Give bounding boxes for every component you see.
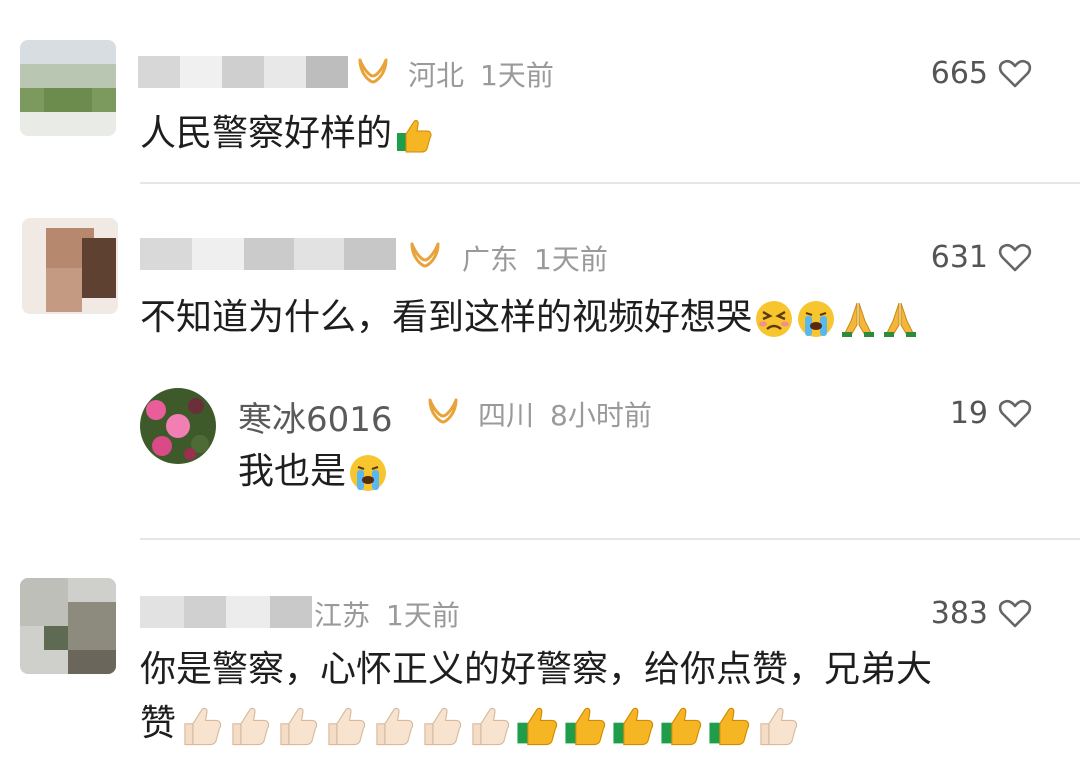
divider [140, 182, 1080, 184]
thumbs-up-light-icon [226, 702, 272, 748]
heart-outline-icon [998, 59, 1032, 89]
vip-badge-icon [356, 56, 390, 86]
like-count: 631 [930, 240, 988, 275]
timestamp: 1天前 [480, 59, 554, 92]
like-count: 383 [930, 596, 988, 631]
thumbs-up-light-icon [370, 702, 416, 748]
vip-badge-icon [408, 240, 442, 270]
thumbs-up-green-icon [514, 702, 560, 748]
thumbs-up-green-icon [394, 115, 434, 155]
comment-meta: 广东 1天前 [462, 238, 624, 278]
thumbs-up-light-icon [322, 702, 368, 748]
location: 广东 [462, 243, 519, 276]
heart-outline-icon [998, 243, 1032, 273]
thumbs-up-light-icon [178, 702, 224, 748]
timestamp: 1天前 [534, 243, 608, 276]
thumbs-up-green-icon [658, 702, 704, 748]
thumbs-up-green-icon [562, 702, 608, 748]
comment-text: 你是警察，心怀正义的好警察，给你点赞，兄弟大 [140, 649, 933, 690]
avatar[interactable] [140, 388, 216, 464]
thumbs-up-green-icon [610, 702, 656, 748]
location: 四川 [478, 399, 535, 432]
thumbs-up-light-icon [754, 702, 800, 748]
vip-badge-icon [426, 396, 460, 426]
crying-face-icon [348, 453, 388, 493]
like-button[interactable]: 383 [931, 596, 1032, 631]
like-count: 19 [949, 396, 988, 431]
heart-outline-icon [998, 599, 1032, 629]
praying-hands-icon [880, 299, 920, 339]
reply-text: 我也是 [238, 446, 388, 498]
heart-outline-icon [998, 399, 1032, 429]
timestamp: 1天前 [386, 599, 460, 632]
thumbs-up-light-icon [418, 702, 464, 748]
thumbs-up-light-icon [274, 702, 320, 748]
like-count: 665 [930, 56, 988, 91]
comment-text-line-2: 赞 [140, 698, 800, 750]
divider [140, 538, 1080, 540]
timestamp: 8小时前 [550, 399, 652, 432]
avatar[interactable] [22, 218, 118, 314]
location: 江苏 [314, 599, 371, 632]
rose-avatar-image [140, 388, 216, 464]
location: 河北 [408, 59, 465, 92]
username-redacted[interactable] [140, 596, 312, 628]
thumbs-up-green-icon [706, 702, 752, 748]
praying-hands-icon [838, 299, 878, 339]
like-button[interactable]: 19 [950, 396, 1032, 431]
comment-text: 人民警察好样的 [140, 108, 434, 160]
reply-username[interactable]: 寒冰6016 [238, 392, 393, 441]
comment-text: 不知道为什么，看到这样的视频好想哭 [140, 292, 920, 344]
avatar[interactable] [20, 578, 116, 674]
avatar[interactable] [20, 40, 116, 136]
persevering-face-icon [754, 299, 794, 339]
comment-meta: 江苏 1天前 [314, 594, 476, 634]
username-redacted[interactable] [138, 56, 348, 88]
thumbs-up-light-icon [466, 702, 512, 748]
like-button[interactable]: 631 [931, 240, 1032, 275]
comment-meta: 四川 8小时前 [478, 394, 668, 434]
comment-meta: 河北 1天前 [408, 54, 570, 94]
username-redacted[interactable] [140, 238, 396, 270]
crying-face-icon [796, 299, 836, 339]
like-button[interactable]: 665 [931, 56, 1032, 91]
